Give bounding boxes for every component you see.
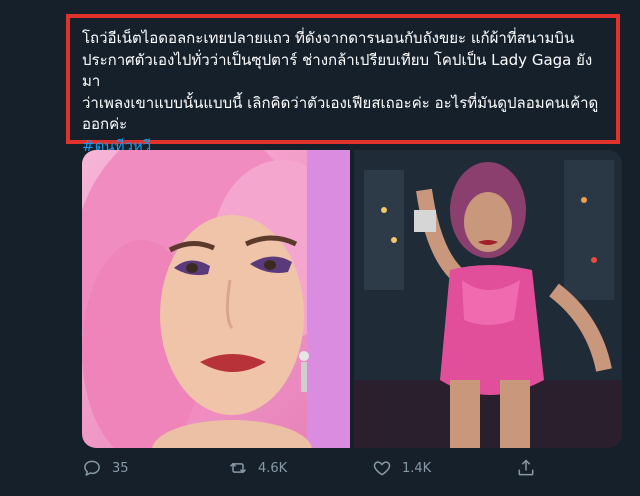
highlighted-tweet-text: โถว่อีเน็ตไอดอลกะเทยปลายแถว ที่ดังจากดาร… — [66, 14, 620, 155]
reply-count: 35 — [112, 460, 129, 476]
tweet-media-grid — [82, 150, 622, 448]
retweet-button[interactable]: 4.6K — [228, 458, 287, 478]
reply-icon — [84, 460, 100, 476]
retweet-icon — [229, 462, 247, 474]
city-performer-illustration — [354, 150, 622, 448]
like-button[interactable]: 1.4K — [372, 458, 431, 478]
like-count: 1.4K — [402, 460, 432, 476]
tweet-body: โถว่อีเน็ตไอดอลกะเทยปลายแถว ที่ดังจากดาร… — [82, 29, 599, 133]
portrait-illustration — [82, 150, 350, 448]
tweet-action-bar: 35 4.6K 1.4K — [82, 458, 622, 482]
media-photo-left[interactable] — [82, 150, 350, 448]
reply-button[interactable]: 35 — [82, 458, 129, 478]
retweet-count: 4.6K — [258, 460, 288, 476]
media-photo-right[interactable] — [354, 150, 622, 448]
share-icon — [518, 459, 534, 476]
heart-icon — [373, 461, 391, 476]
share-button[interactable] — [516, 458, 536, 478]
